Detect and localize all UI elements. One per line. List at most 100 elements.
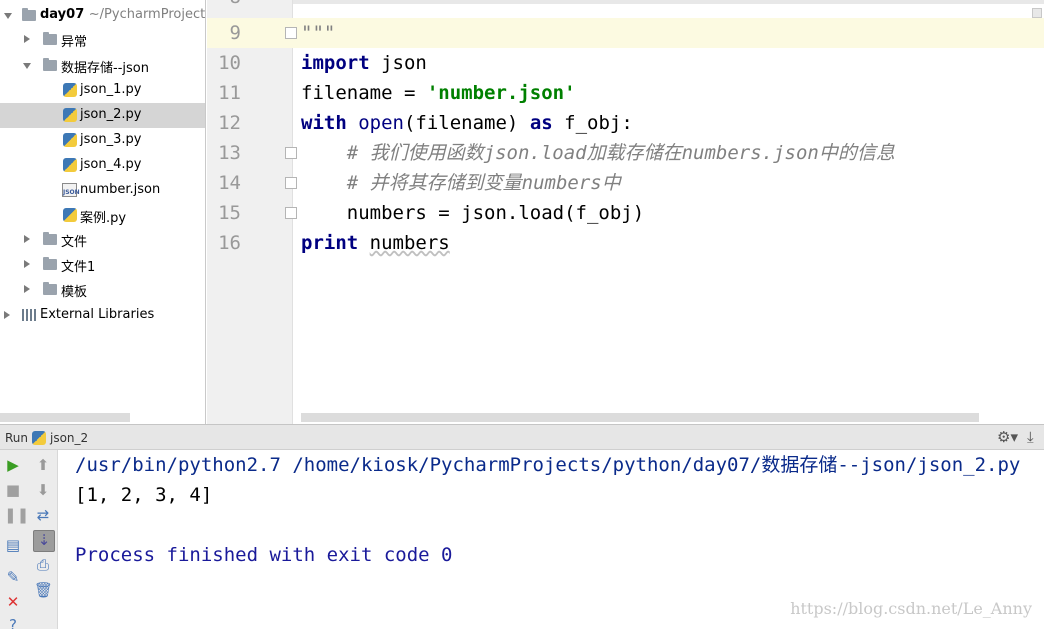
folder-icon [43, 282, 57, 295]
tree-item-file[interactable]: 案例.py [0, 203, 205, 228]
code-line[interactable]: # 我们使用函数json.load加载存储在numbers.json中的信息 [301, 138, 895, 168]
down-icon[interactable]: ⬇ [34, 481, 52, 499]
console-output-line: [1, 2, 3, 4] [75, 484, 213, 506]
console-command-line: /usr/bin/python2.7 /home/kiosk/PycharmPr… [75, 454, 1021, 476]
code-editor[interactable]: 8 9 """ 10 import json 11 filename = 'nu… [207, 0, 1044, 424]
tree-item-file[interactable]: JSON number.json [0, 178, 205, 203]
folder-icon [43, 32, 57, 45]
tree-label: json_2.py [80, 107, 142, 122]
pause-icon[interactable]: ❚❚ [4, 506, 29, 524]
code-line[interactable]: print numbers [301, 228, 450, 258]
fold-marker-icon[interactable] [285, 147, 297, 159]
horizontal-scrollbar[interactable] [301, 413, 979, 422]
run-config-tab[interactable]: json_2 [50, 431, 88, 445]
tree-label: 文件1 [61, 260, 96, 275]
layout-icon[interactable]: ▤ [4, 536, 22, 554]
fold-marker-icon[interactable] [285, 27, 297, 39]
folder-icon [22, 8, 36, 21]
tree-label: number.json [80, 182, 161, 197]
code-line[interactable]: # 并将其存储到变量numbers中 [301, 168, 621, 198]
run-icon[interactable]: ▶ [4, 456, 22, 474]
tree-label: 数据存储--json [61, 61, 149, 76]
keyword: print [301, 232, 359, 254]
tree-label: 案例.py [80, 211, 127, 226]
fold-marker-icon[interactable] [285, 207, 297, 219]
code-line[interactable]: filename = 'number.json' [301, 78, 576, 108]
keyword: with [301, 112, 347, 134]
code-text: (filename) [403, 112, 530, 134]
code-text: filename = [301, 82, 427, 104]
docstring-end: """ [301, 22, 336, 44]
close-icon[interactable]: ✕ [4, 593, 22, 611]
code-line[interactable]: """ [301, 18, 335, 48]
tree-label: External Libraries [40, 307, 155, 322]
chevron-right-icon[interactable] [24, 285, 30, 293]
tree-item-file[interactable]: json_1.py [0, 78, 205, 103]
print-icon[interactable]: ⎙ [34, 556, 52, 574]
tree-label: day07 ~/PycharmProjects [40, 7, 206, 22]
help-icon[interactable]: ? [4, 616, 22, 629]
run-console[interactable]: /usr/bin/python2.7 /home/kiosk/PycharmPr… [59, 450, 1044, 629]
run-panel-header: Run json_2 ⚙▾ ⤓ [0, 424, 1044, 450]
chevron-down-icon[interactable] [4, 13, 12, 19]
chevron-right-icon[interactable] [24, 235, 30, 243]
line-number: 11 [218, 82, 241, 104]
inspection-marker[interactable] [1032, 8, 1042, 18]
line-number: 13 [218, 142, 241, 164]
project-path: ~/PycharmProjects [88, 7, 206, 22]
tree-label: 文件 [61, 235, 88, 250]
code-text-warning: numbers [369, 232, 450, 254]
chevron-right-icon[interactable] [4, 311, 10, 319]
gear-icon[interactable]: ⚙▾ [997, 428, 1018, 446]
chevron-right-icon[interactable] [24, 260, 30, 268]
trash-icon[interactable]: 🗑 [34, 581, 53, 599]
tree-item-file-selected[interactable]: json_2.py [0, 103, 205, 128]
line-number: 10 [218, 52, 241, 74]
pin-icon[interactable]: ✎ [4, 568, 22, 586]
tree-label: 异常 [61, 35, 88, 50]
tree-label: 模板 [61, 285, 88, 300]
stop-icon[interactable]: ■ [4, 481, 22, 499]
run-panel-title: Run [5, 431, 29, 445]
folder-icon [43, 58, 57, 71]
watermark: https://blog.csdn.net/Le_Anny [790, 599, 1032, 618]
tree-item-folder[interactable]: 异常 [0, 27, 205, 52]
tree-root-day07[interactable]: day07 ~/PycharmProjects [0, 3, 205, 28]
python-file-icon [63, 108, 77, 122]
tree-label: json_1.py [80, 82, 142, 97]
project-name: day07 [40, 7, 85, 22]
code-line[interactable]: with open(filename) as f_obj: [301, 108, 633, 138]
scroll-to-end-icon[interactable]: ⇣ [33, 530, 55, 552]
tree-item-folder[interactable]: 模板 [0, 277, 205, 302]
tree-label: json_3.py [80, 132, 142, 147]
tree-item-folder[interactable]: 文件1 [0, 252, 205, 277]
tree-label: json_4.py [80, 157, 142, 172]
tree-item-external-libraries[interactable]: External Libraries [0, 303, 205, 328]
python-file-icon [32, 431, 46, 445]
tree-item-folder[interactable]: 数据存储--json [0, 53, 205, 78]
code-text: json [369, 52, 427, 74]
code-line[interactable]: numbers = json.load(f_obj) [301, 198, 644, 228]
folder-icon [43, 232, 57, 245]
code-line[interactable]: import json [301, 48, 427, 78]
code-text: f_obj: [552, 112, 633, 134]
hide-icon[interactable]: ⤓ [1027, 428, 1034, 446]
fold-marker-icon[interactable] [285, 177, 297, 189]
python-file-icon [63, 208, 77, 222]
run-toolbar: ▶ ■ ❚❚ ▤ ✎ ✕ ? ⬆ ⬇ ⇄ ⇣ ⎙ 🗑 [0, 450, 58, 629]
tree-item-file[interactable]: json_4.py [0, 153, 205, 178]
chevron-right-icon[interactable] [24, 35, 30, 43]
comment: # 我们使用函数json.load加载存储在numbers.json中的信息 [301, 142, 895, 164]
line-number: 12 [218, 112, 241, 134]
tree-item-file[interactable]: json_3.py [0, 128, 205, 153]
tree-item-folder[interactable]: 文件 [0, 227, 205, 252]
horizontal-scrollbar[interactable] [0, 413, 130, 422]
python-file-icon [63, 133, 77, 147]
builtin-function: open [358, 112, 404, 134]
wrap-icon[interactable]: ⇄ [34, 506, 52, 524]
chevron-down-icon[interactable] [23, 63, 31, 69]
keyword: as [529, 112, 553, 134]
up-icon[interactable]: ⬆ [34, 456, 52, 474]
